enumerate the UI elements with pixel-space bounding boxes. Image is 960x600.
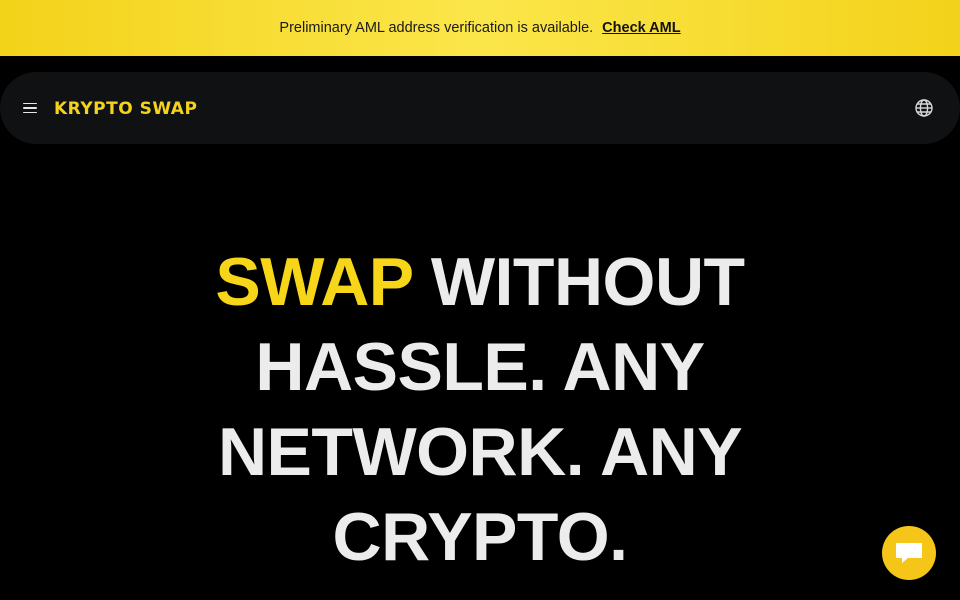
check-aml-link[interactable]: Check AML [602, 20, 680, 36]
chat-icon [896, 543, 922, 563]
chat-button[interactable] [882, 526, 936, 580]
hero-headline: SWAP WITHOUT HASSLE. ANY NETWORK. ANY CR… [0, 240, 960, 580]
hero-line-2: HASSLE. ANY [255, 329, 705, 405]
hamburger-icon[interactable] [20, 98, 40, 118]
hero-line-1-rest: WITHOUT [412, 244, 745, 320]
hero-accent-word: SWAP [215, 244, 413, 320]
banner-message: Preliminary AML address verification is … [279, 20, 594, 36]
announcement-banner: Preliminary AML address verification is … [0, 0, 960, 56]
logo-text: KRYPTO SWAP [54, 99, 198, 119]
hero-line-4: CRYPTO. [332, 499, 629, 575]
hero-line-3: NETWORK. ANY [217, 414, 743, 490]
header-navbar: KRYPTO SWAP [0, 72, 960, 144]
globe-icon[interactable] [914, 98, 934, 118]
hero-line-1: SWAP WITHOUT [0, 240, 960, 325]
logo[interactable]: KRYPTO SWAP [54, 96, 197, 122]
